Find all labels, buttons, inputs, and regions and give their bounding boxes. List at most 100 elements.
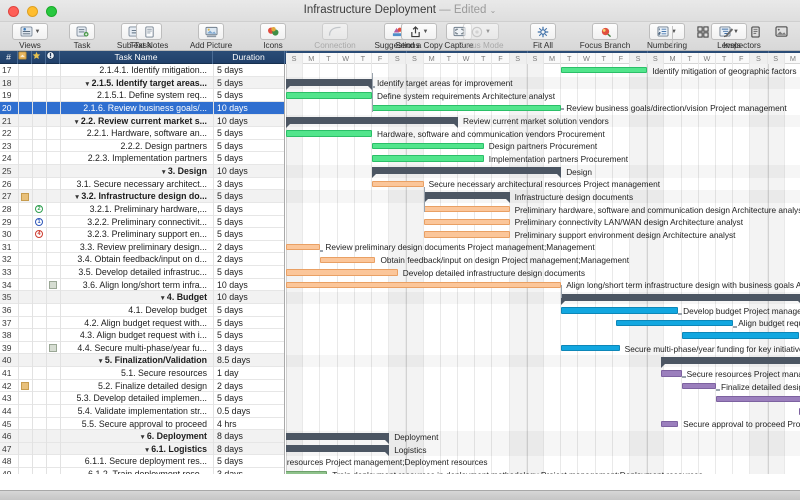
duration-cell[interactable]: 5 days [213,203,283,216]
gantt-summary-bar[interactable] [372,167,561,174]
disclosure-triangle-icon[interactable]: ▼ [84,81,90,88]
duration-cell[interactable]: 5 days [213,216,283,229]
task-name-cell[interactable]: 5.1. Secure resources [60,367,210,380]
table-row[interactable]: 202.1.6. Review business goals/...10 day… [0,102,284,115]
table-row[interactable]: 47▼6.1. Logistics8 days [0,443,284,456]
table-row[interactable]: 374.2. Align budget request with...5 day… [0,317,284,330]
row-picture-icon[interactable] [46,342,60,355]
table-row[interactable]: 2913.2.2. Preliminary connectivit...5 da… [0,216,284,229]
toolbar-button-inspector-notes[interactable] [742,22,768,40]
table-row[interactable]: 192.1.5.1. Define system req...5 days [0,89,284,102]
duration-cell[interactable]: 3 days [213,342,283,355]
task-name-cell[interactable]: 2.1.5.1. Define system req... [60,89,210,102]
toolbar-button-add-picture[interactable]: Add Picture [180,22,242,50]
gantt-summary-bar[interactable] [286,445,389,452]
duration-cell[interactable]: 8 days [213,443,283,456]
gantt-task-bar[interactable] [424,231,510,237]
alert-column-icon[interactable] [46,51,60,64]
duration-cell[interactable]: 2 days [213,380,283,393]
duration-cell[interactable]: 3 days [213,468,283,474]
duration-cell[interactable]: 4 hrs [213,418,283,431]
duration-cell[interactable]: 5 days [213,140,283,153]
table-row[interactable]: 425.2. Finalize detailed design2 days [0,380,284,393]
toolbar-button-views[interactable]: ▼Views [4,22,56,50]
duration-cell[interactable]: 5 days [213,190,283,203]
table-row[interactable]: 435.3. Develop detailed implemen...5 day… [0,392,284,405]
table-row[interactable]: 333.5. Develop detailed infrastruc...5 d… [0,266,284,279]
task-name-cell[interactable]: 6.1.2. Train deployment reso... [60,468,210,474]
table-row[interactable]: 313.3. Review preliminary design...2 day… [0,241,284,254]
duration-cell[interactable]: 5 days [213,266,283,279]
duration-cell[interactable]: 3 days [213,178,283,191]
table-row[interactable]: 27▼3.2. Infrastructure design do...5 day… [0,190,284,203]
table-row[interactable]: 3043.2.3. Preliminary support en...5 day… [0,228,284,241]
table-row[interactable]: 415.1. Secure resources1 day [0,367,284,380]
duration-cell[interactable]: 2 days [213,253,283,266]
disclosure-triangle-icon[interactable]: ▼ [74,194,80,201]
table-row[interactable]: 18▼2.1.5. Identify target areas...5 days [0,77,284,90]
task-name-cell[interactable]: 3.3. Review preliminary design... [60,241,210,254]
task-name-cell[interactable]: 3.2.1. Preliminary hardware,... [60,203,210,216]
row-note-icon[interactable] [18,380,32,393]
gantt-task-bar[interactable] [661,421,678,427]
duration-cell[interactable]: 5 days [213,77,283,90]
table-row[interactable]: 263.1. Secure necessary architect...3 da… [0,178,284,191]
gantt-task-bar[interactable] [682,383,716,389]
gantt-task-bar[interactable] [424,219,510,225]
duration-cell[interactable]: 10 days [213,115,283,128]
table-row[interactable]: 222.2.1. Hardware, software an...5 days [0,127,284,140]
row-priority-badge[interactable]: 4 [32,228,46,241]
gantt-task-bar[interactable] [372,143,484,149]
disclosure-triangle-icon[interactable]: ▼ [139,434,145,441]
notes-column-icon[interactable] [18,51,32,64]
duration-cell[interactable]: 5 days [213,152,283,165]
gantt-task-bar[interactable] [286,269,398,275]
gantt-summary-bar[interactable] [286,117,458,124]
gantt-task-bar[interactable] [616,320,733,326]
column-header-duration[interactable]: Duration [213,51,285,64]
task-name-cell[interactable]: 3.1. Secure necessary architect... [60,178,210,191]
gantt-task-bar[interactable] [286,130,372,136]
task-name-cell[interactable]: 5.5. Secure approval to proceed [60,418,210,431]
toolbar-button-numbering[interactable]: ▼Numbering [636,22,698,50]
table-row[interactable]: 496.1.2. Train deployment reso...3 days [0,468,284,474]
gantt-summary-bar[interactable] [286,79,372,86]
star-column-icon[interactable] [32,51,46,64]
toolbar-button-inspector-image[interactable] [768,22,794,40]
toolbar-button-fit-all[interactable]: Fit All [512,22,574,50]
toolbar-button-inspector-layout[interactable] [690,22,716,40]
table-row[interactable]: 35▼4. Budget10 days [0,291,284,304]
gantt-task-bar[interactable] [372,181,424,187]
duration-cell[interactable]: 8 days [213,430,283,443]
duration-cell[interactable]: 0.5 days [213,405,283,418]
gantt-summary-bar[interactable] [424,192,510,199]
duration-cell[interactable]: 1 day [213,367,283,380]
duration-cell[interactable]: 10 days [213,279,283,292]
toolbar-button-text-notes[interactable]: Text Notes [118,22,180,50]
task-name-cell[interactable]: 2.1.6. Review business goals/... [60,102,210,115]
table-row[interactable]: 40▼5. Finalization/Validation8.5 days [0,354,284,367]
task-name-cell[interactable]: 3.2.3. Preliminary support en... [60,228,210,241]
gantt-summary-bar[interactable] [286,433,389,440]
task-name-cell[interactable]: 2.2.3. Implementation partners [60,152,210,165]
toolbar-button-focus-branch[interactable]: Focus Branch [574,22,636,50]
duration-cell[interactable]: 5 days [213,317,283,330]
task-name-cell[interactable]: 2.2.1. Hardware, software an... [60,127,210,140]
task-name-cell[interactable]: 4.1. Develop budget [60,304,210,317]
duration-cell[interactable]: 10 days [213,102,283,115]
table-row[interactable]: 384.3. Align budget request with i...5 d… [0,329,284,342]
disclosure-triangle-icon[interactable]: ▼ [144,447,150,454]
table-row[interactable]: 455.5. Secure approval to proceed4 hrs [0,418,284,431]
duration-cell[interactable]: 5 days [213,392,283,405]
duration-cell[interactable]: 10 days [213,165,283,178]
row-priority-badge[interactable]: 2 [32,203,46,216]
gantt-task-bar[interactable] [286,282,561,288]
table-row[interactable]: 232.2.2. Design partners5 days [0,140,284,153]
gantt-summary-bar[interactable] [561,294,800,301]
gantt-task-bar[interactable] [286,244,320,250]
row-note-icon[interactable] [18,190,32,203]
task-name-cell[interactable]: 5.3. Develop detailed implemen... [60,392,210,405]
gantt-task-bar[interactable] [561,307,678,313]
gantt-summary-bar[interactable] [661,357,800,364]
row-priority-badge[interactable]: 1 [32,216,46,229]
